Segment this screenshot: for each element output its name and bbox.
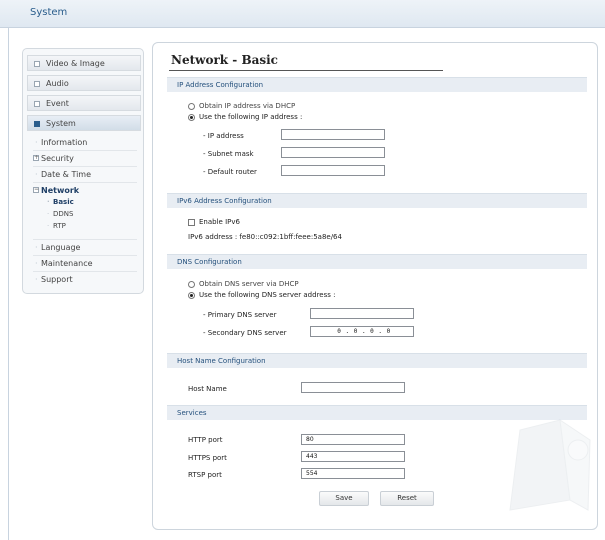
divider <box>33 150 137 151</box>
secondary-dns-field[interactable]: 0 . 0 . 0 . 0 <box>310 326 414 337</box>
app-title: System <box>30 7 68 18</box>
collapsed-icon <box>34 101 40 107</box>
divider <box>33 239 137 240</box>
left-divider <box>8 28 9 540</box>
bullet-icon: · <box>47 198 50 206</box>
sidebar-item-label: Security <box>41 154 74 163</box>
default-router-label: - Default router <box>203 168 257 176</box>
section-title: Host Name Configuration <box>177 357 266 365</box>
sidebar-item-security[interactable]: + Security <box>33 154 74 163</box>
enable-ipv6-checkbox[interactable] <box>188 219 195 226</box>
divider <box>33 271 137 272</box>
rtsp-port-field[interactable]: 554 <box>301 468 405 479</box>
bullet-icon: · <box>35 243 38 252</box>
http-port-label: HTTP port <box>188 436 223 444</box>
dns-static-radio[interactable] <box>188 292 195 299</box>
collapsed-icon <box>34 81 40 87</box>
sidebar-item-network[interactable]: − Network <box>33 186 80 195</box>
subnet-mask-label: - Subnet mask <box>203 150 254 158</box>
primary-dns-field[interactable] <box>310 308 414 319</box>
page-title: Network - Basic <box>171 53 278 67</box>
divider <box>33 255 137 256</box>
sidebar-subitem-ddns[interactable]: · DDNS <box>47 210 74 218</box>
section-title: Services <box>177 409 207 417</box>
divider <box>33 166 137 167</box>
rtsp-port-label: RTSP port <box>188 471 222 479</box>
ipv6-address-text: IPv6 address : fe80::c092:1bff:feee:5a8e… <box>188 233 342 241</box>
expand-icon: + <box>33 154 40 161</box>
sidebar-item-date-time[interactable]: · Date & Time <box>35 170 92 179</box>
sidebar-item-label: Maintenance <box>41 259 93 268</box>
sidebar-category-label: Audio <box>46 79 69 88</box>
section-header-ipv6: IPv6 Address Configuration <box>167 193 587 208</box>
sidebar-item-maintenance[interactable]: · Maintenance <box>35 259 93 268</box>
sidebar-item-label: Language <box>41 243 81 252</box>
sidebar-category-event[interactable]: Event <box>27 95 141 111</box>
subnet-mask-field[interactable] <box>281 147 385 158</box>
sidebar-subitem-label: DDNS <box>53 210 74 218</box>
sidebar-subitem-label: Basic <box>53 198 74 206</box>
enable-ipv6-label: Enable IPv6 <box>199 218 240 226</box>
bullet-icon: · <box>35 138 38 147</box>
sidebar-category-label: Video & Image <box>46 59 105 68</box>
default-router-field[interactable] <box>281 165 385 176</box>
ip-dhcp-radio[interactable] <box>188 103 195 110</box>
section-title: IP Address Configuration <box>177 81 264 89</box>
sidebar-category-system[interactable]: System <box>27 115 141 131</box>
section-header-ip: IP Address Configuration <box>167 77 587 92</box>
secondary-dns-label: - Secondary DNS server <box>203 329 287 337</box>
ip-dhcp-label: Obtain IP address via DHCP <box>199 102 296 110</box>
section-header-dns: DNS Configuration <box>167 254 587 269</box>
save-button[interactable]: Save <box>319 491 369 506</box>
sidebar-item-label: Date & Time <box>41 170 92 179</box>
bullet-icon: · <box>35 259 38 268</box>
sidebar-item-information[interactable]: · Information <box>35 138 88 147</box>
sidebar: Video & Image Audio Event System · Infor… <box>22 48 144 294</box>
bullet-icon: · <box>47 222 50 230</box>
host-name-label: Host Name <box>188 385 227 393</box>
sidebar-item-language[interactable]: · Language <box>35 243 81 252</box>
section-title: DNS Configuration <box>177 258 242 266</box>
sidebar-category-video-image[interactable]: Video & Image <box>27 55 141 71</box>
https-port-label: HTTPS port <box>188 454 227 462</box>
bullet-icon: · <box>35 275 38 284</box>
reset-button[interactable]: Reset <box>380 491 434 506</box>
ip-static-label: Use the following IP address : <box>199 113 303 121</box>
bullet-icon: · <box>35 170 38 179</box>
title-underline <box>169 70 443 71</box>
dns-dhcp-radio[interactable] <box>188 281 195 288</box>
ip-address-label: - IP address <box>203 132 244 140</box>
primary-dns-label: - Primary DNS server <box>203 311 277 319</box>
collapsed-icon <box>34 61 40 67</box>
collapse-icon: − <box>33 186 40 193</box>
host-name-field[interactable] <box>301 382 405 393</box>
divider <box>33 182 137 183</box>
http-port-field[interactable]: 80 <box>301 434 405 445</box>
sidebar-subitem-rtp[interactable]: · RTP <box>47 222 66 230</box>
sidebar-subitem-basic[interactable]: · Basic <box>47 198 74 206</box>
dns-static-label: Use the following DNS server address : <box>199 291 336 299</box>
sidebar-item-label: Support <box>41 275 73 284</box>
ip-static-radio[interactable] <box>188 114 195 121</box>
bullet-icon: · <box>47 210 50 218</box>
section-title: IPv6 Address Configuration <box>177 197 272 205</box>
section-header-host: Host Name Configuration <box>167 353 587 368</box>
sidebar-category-label: Event <box>46 99 69 108</box>
expanded-icon <box>34 121 40 127</box>
sidebar-category-label: System <box>46 119 76 128</box>
sidebar-item-label: Network <box>41 186 80 195</box>
ip-address-field[interactable] <box>281 129 385 140</box>
camera-watermark-icon <box>509 418 591 511</box>
https-port-field[interactable]: 443 <box>301 451 405 462</box>
sidebar-subitem-label: RTP <box>53 222 66 230</box>
dns-dhcp-label: Obtain DNS server via DHCP <box>199 280 299 288</box>
sidebar-category-audio[interactable]: Audio <box>27 75 141 91</box>
sidebar-item-support[interactable]: · Support <box>35 275 73 284</box>
sidebar-item-label: Information <box>41 138 88 147</box>
top-bar: System <box>0 0 605 28</box>
